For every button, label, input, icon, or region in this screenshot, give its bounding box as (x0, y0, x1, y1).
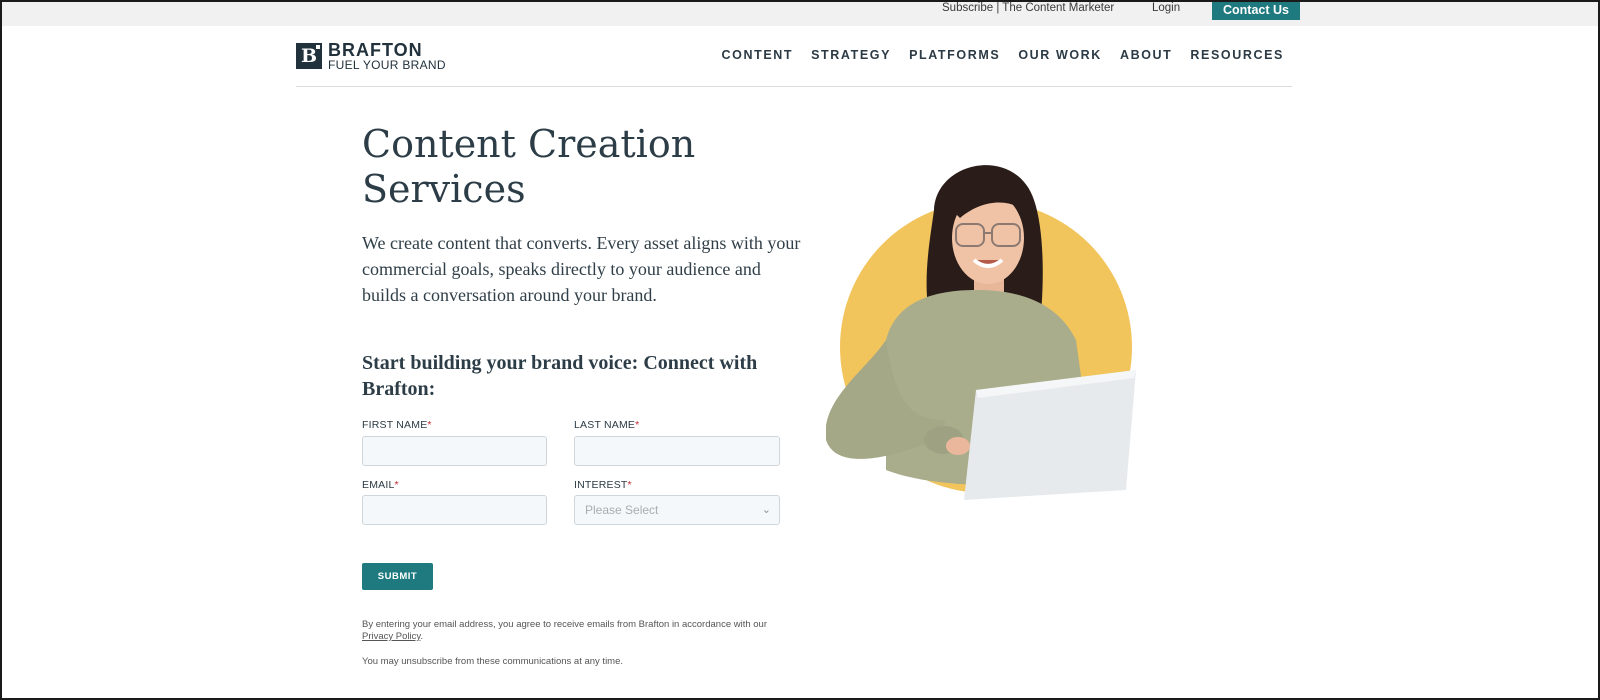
brafton-logo[interactable]: B BRAFTON FUEL YOUR BRAND (296, 40, 456, 75)
interest-label: INTEREST* (574, 479, 632, 491)
interest-select[interactable]: Please Select ⌄ (574, 495, 780, 525)
form-heading: Start building your brand voice: Connect… (362, 352, 758, 400)
first-name-label: FIRST NAME* (362, 419, 432, 431)
hero-illustration (826, 165, 1136, 500)
interest-placeholder: Please Select (585, 503, 659, 517)
privacy-policy-link[interactable]: Privacy Policy (362, 631, 420, 642)
nav-item-resources[interactable]: RESOURCES (1190, 48, 1284, 62)
site-header: B BRAFTON FUEL YOUR BRAND CONTENT STRATE… (296, 28, 1292, 87)
logo-mark-icon: B (296, 43, 322, 69)
last-name-field[interactable] (574, 436, 780, 466)
page-frame (0, 0, 1600, 700)
login-link[interactable]: Login (1152, 2, 1180, 14)
chevron-down-icon: ⌄ (761, 504, 771, 516)
nav-item-content[interactable]: CONTENT (722, 48, 794, 62)
first-name-field[interactable] (362, 436, 547, 466)
logo-tagline: FUEL YOUR BRAND (328, 58, 446, 72)
nav-item-strategy[interactable]: STRATEGY (811, 48, 891, 62)
nav-item-our-work[interactable]: OUR WORK (1018, 48, 1102, 62)
page-title: Content Creation Services (362, 122, 696, 211)
main-nav: CONTENT STRATEGY PLATFORMS OUR WORK ABOU… (722, 48, 1285, 62)
email-field[interactable] (362, 495, 547, 525)
unsubscribe-note: You may unsubscribe from these communica… (362, 656, 624, 667)
logo-name: BRAFTON (328, 40, 423, 60)
submit-button[interactable]: SUBMIT (362, 563, 433, 590)
consent-suffix: . (420, 631, 424, 642)
email-label: EMAIL* (362, 479, 399, 491)
nav-item-platforms[interactable]: PLATFORMS (909, 48, 1000, 62)
consent-prefix: By entering your email address, you agre… (362, 619, 768, 630)
nav-item-about[interactable]: ABOUT (1120, 48, 1172, 62)
subscribe-link[interactable]: Subscribe | The Content Marketer (942, 2, 1114, 14)
last-name-label: LAST NAME* (574, 419, 640, 431)
consent-text: By entering your email address, you agre… (362, 619, 782, 643)
contact-us-button[interactable]: Contact Us (1212, 2, 1300, 20)
utility-bar: Subscribe | The Content Marketer Login C… (2, 2, 1598, 26)
hero-description: We create content that converts. Every a… (362, 233, 801, 305)
